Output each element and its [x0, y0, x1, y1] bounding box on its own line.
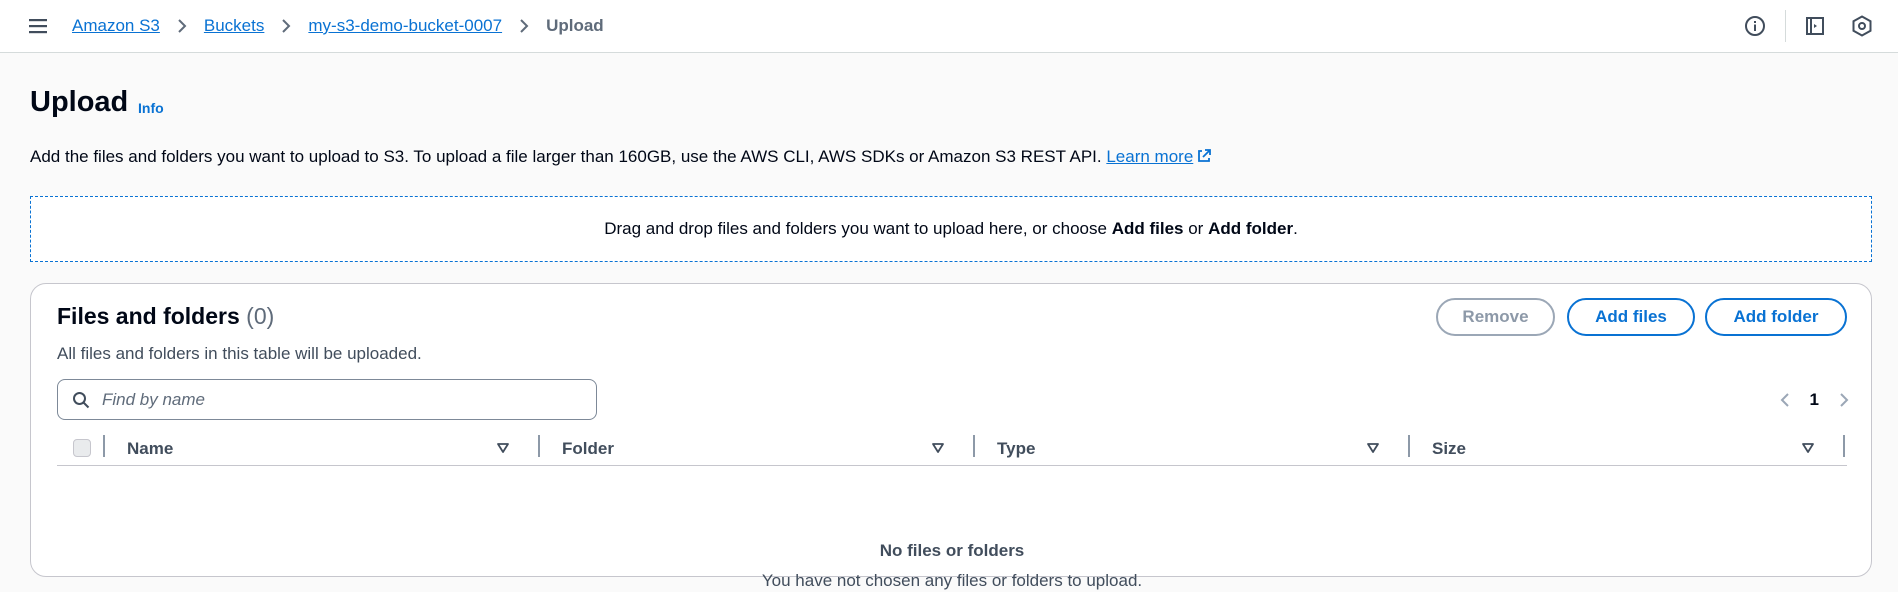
upload-dropzone[interactable]: Drag and drop files and folders you want…	[30, 196, 1872, 262]
dropzone-or: or	[1188, 219, 1204, 238]
external-link-icon	[1198, 149, 1212, 162]
chevron-right-icon	[178, 19, 187, 33]
column-label: Type	[997, 439, 1036, 458]
chevron-right-icon[interactable]	[1837, 391, 1851, 409]
column-divider	[1843, 435, 1845, 457]
pagination: 1	[1778, 389, 1851, 411]
breadcrumb-bucket[interactable]: my-s3-demo-bucket-0007	[308, 16, 502, 36]
search-icon	[73, 392, 90, 409]
caret-down-icon	[497, 443, 509, 453]
description-text: Add the files and folders you want to up…	[30, 147, 1102, 166]
empty-state-subtitle: You have not chosen any files or folders…	[761, 571, 1143, 590]
search-box	[57, 379, 597, 420]
column-label: Size	[1432, 439, 1467, 458]
column-divider	[103, 435, 105, 457]
column-divider	[973, 435, 975, 457]
remove-button[interactable]: Remove	[1436, 298, 1555, 336]
caret-down-icon	[1802, 443, 1814, 453]
info-link[interactable]: Info	[138, 100, 164, 116]
column-size[interactable]: Size	[1412, 432, 1847, 466]
column-divider	[538, 435, 540, 457]
add-files-button[interactable]: Add files	[1567, 298, 1695, 336]
breadcrumb-buckets[interactable]: Buckets	[204, 16, 264, 36]
panel-title-text: Files and folders	[57, 303, 240, 329]
column-divider	[1408, 435, 1410, 457]
main-content: Upload Info Add the files and folders yo…	[0, 53, 1898, 592]
chevron-left-icon[interactable]	[1778, 391, 1792, 409]
panel-subtitle: All files and folders in this table will…	[57, 344, 422, 363]
panel-title: Files and folders (0)	[57, 303, 274, 330]
learn-more-link[interactable]: Learn more	[1106, 147, 1212, 166]
page-description: Add the files and folders you want to up…	[30, 147, 1212, 167]
column-name[interactable]: Name	[107, 432, 542, 466]
notes-icon[interactable]	[1803, 14, 1827, 38]
files-and-folders-panel: Files and folders (0) All files and fold…	[30, 283, 1872, 590]
search-input[interactable]	[102, 380, 582, 419]
dropzone-add-folder: Add folder	[1208, 219, 1294, 238]
chevron-right-icon	[282, 19, 291, 33]
caret-down-icon	[1367, 443, 1379, 453]
column-label: Name	[127, 439, 174, 458]
menu-icon[interactable]	[28, 16, 50, 36]
select-all-checkbox[interactable]	[73, 439, 91, 457]
chevron-right-icon	[520, 19, 529, 33]
add-folder-button[interactable]: Add folder	[1705, 298, 1847, 336]
file-count: (0)	[246, 303, 275, 329]
breadcrumb-amazon-s3[interactable]: Amazon S3	[72, 16, 160, 36]
breadcrumb-current: Upload	[546, 16, 604, 35]
breadcrumb: Amazon S3 Buckets my-s3-demo-bucket-0007…	[72, 14, 604, 38]
divider	[1785, 10, 1786, 42]
dropzone-add-files: Add files	[1111, 219, 1184, 238]
top-navigation: Amazon S3 Buckets my-s3-demo-bucket-0007…	[0, 0, 1898, 53]
settings-icon[interactable]	[1850, 14, 1874, 38]
column-folder[interactable]: Folder	[542, 432, 977, 466]
page-title: Upload	[30, 86, 129, 118]
empty-state-title: No files or folders	[879, 541, 1025, 560]
caret-down-icon	[932, 443, 944, 453]
column-label: Folder	[562, 439, 614, 458]
dropzone-text: Drag and drop files and folders you want…	[604, 219, 1107, 238]
column-type[interactable]: Type	[977, 432, 1412, 466]
dropzone-period: .	[1293, 219, 1298, 238]
learn-more-label: Learn more	[1106, 147, 1194, 166]
table-header: Name Folder Type Size	[57, 432, 1847, 466]
page-number[interactable]: 1	[1810, 390, 1819, 410]
info-icon[interactable]	[1743, 14, 1767, 38]
